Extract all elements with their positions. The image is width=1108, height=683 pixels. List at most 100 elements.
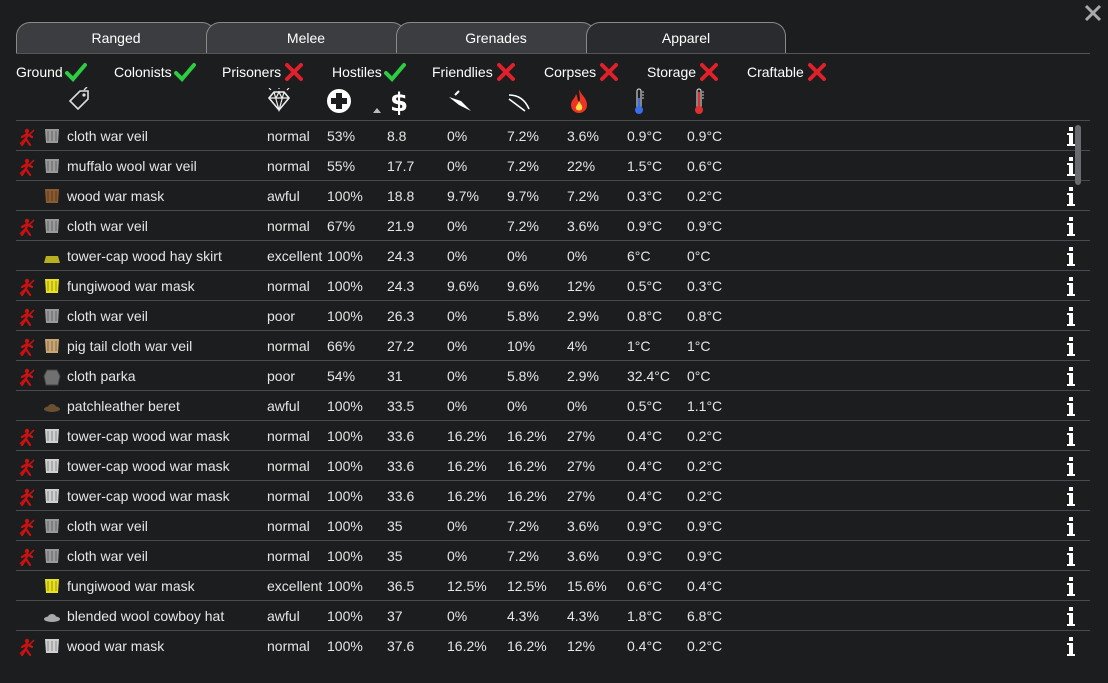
item-market-value: 36.5 — [387, 578, 415, 594]
filter-colonists[interactable]: Colonists — [114, 60, 196, 84]
forbidden-icon[interactable] — [18, 128, 36, 147]
forbidden-icon[interactable] — [18, 638, 36, 657]
item-sharp-armor: 0% — [447, 548, 468, 564]
item-sharp-armor: 0% — [447, 398, 468, 414]
cross-icon — [700, 63, 719, 81]
item-insulation-cold: 0.5°C — [627, 398, 663, 414]
item-heat-armor: 27% — [567, 458, 596, 474]
info-icon[interactable] — [1066, 186, 1076, 208]
item-insulation-cold: 0.9°C — [627, 518, 663, 534]
item-hitpoints: 100% — [327, 518, 363, 534]
table-row[interactable]: cloth war veil poor 100% 26.3 0% 5.8% 2.9% 0.8°… — [16, 300, 1090, 330]
table-row[interactable]: cloth war veil normal 67% 21.9 0% 7.2% 3.6% 0.9… — [16, 210, 1090, 240]
info-icon[interactable] — [1066, 366, 1076, 388]
table-row[interactable]: tower-cap wood war mask normal 100% 33.6 16.… — [16, 480, 1090, 510]
table-row[interactable]: cloth war veil normal 53% 8.8 0% 7.2% 3.6% 0.9°… — [16, 120, 1090, 150]
table-row[interactable]: wood war mask awful 100% 18.8 9.7% 9.7% 7.2% 0.… — [16, 180, 1090, 210]
forbidden-icon[interactable] — [18, 308, 36, 327]
info-icon[interactable] — [1066, 516, 1076, 538]
item-quality: normal — [267, 458, 310, 474]
column-header-hitpoints[interactable] — [325, 86, 353, 116]
filter-prisoners[interactable]: Prisoners — [222, 60, 305, 84]
forbidden-icon[interactable] — [18, 368, 36, 387]
close-button[interactable] — [1084, 4, 1102, 22]
info-icon[interactable] — [1066, 426, 1076, 448]
table-row[interactable]: cloth war veil normal 100% 35 0% 7.2% 3.6% 0.9°… — [16, 510, 1090, 540]
info-icon[interactable] — [1066, 216, 1076, 238]
column-header-insulation-cold[interactable] — [625, 86, 653, 116]
mask-grey-icon — [43, 488, 61, 504]
table-row[interactable]: pig tail cloth war veil normal 66% 27.2 0% 10… — [16, 330, 1090, 360]
item-heat-armor: 0% — [567, 398, 588, 414]
forbidden-icon[interactable] — [18, 158, 36, 177]
checkmark-icon — [383, 63, 406, 82]
tab-grenades[interactable]: Grenades — [396, 22, 596, 54]
tab-melee[interactable]: Melee — [206, 22, 406, 54]
table-row[interactable]: cloth war veil normal 100% 35 0% 7.2% 3.6% 0.9°… — [16, 540, 1090, 570]
close-icon — [1084, 4, 1102, 22]
column-header-market-value[interactable]: $ — [385, 86, 413, 116]
table-row[interactable]: wood war mask normal 100% 37.6 16.2% 16.2% 12%… — [16, 630, 1090, 660]
info-icon[interactable] — [1066, 486, 1076, 508]
filter-corpses[interactable]: Corpses — [544, 60, 620, 84]
item-insulation-cold: 1.8°C — [627, 608, 663, 624]
filter-storage[interactable]: Storage — [647, 60, 720, 84]
item-name: tower-cap wood war mask — [67, 458, 230, 474]
item-market-value: 17.7 — [387, 158, 415, 174]
table-row[interactable]: tower-cap wood war mask normal 100% 33.6 16.… — [16, 450, 1090, 480]
item-insulation-cold: 0.9°C — [627, 218, 663, 234]
table-row[interactable]: tower-cap wood war mask normal 100% 33.6 16.… — [16, 420, 1090, 450]
item-heat-armor: 27% — [567, 488, 596, 504]
forbidden-icon[interactable] — [18, 488, 36, 507]
column-header-heat-armor[interactable] — [565, 86, 593, 116]
column-header-quality[interactable] — [265, 86, 293, 116]
forbidden-icon[interactable] — [18, 548, 36, 567]
info-icon[interactable] — [1066, 546, 1076, 568]
item-name: fungiwood war mask — [67, 278, 195, 294]
tab-ranged[interactable]: Ranged — [16, 22, 216, 54]
tab-apparel[interactable]: Apparel — [586, 22, 786, 54]
forbidden-icon[interactable] — [18, 218, 36, 237]
table-row[interactable]: muffalo wool war veil normal 55% 17.7 0% 7.2%… — [16, 150, 1090, 180]
info-icon[interactable] — [1066, 276, 1076, 298]
info-icon[interactable] — [1066, 336, 1076, 358]
category-tabs: Ranged Melee Grenades Apparel — [16, 22, 796, 54]
info-icon[interactable] — [1066, 306, 1076, 328]
filter-hostiles[interactable]: Hostiles — [332, 60, 406, 84]
info-icon[interactable] — [1066, 246, 1076, 268]
filter-friendlies[interactable]: Friendlies — [432, 60, 517, 84]
forbidden-icon[interactable] — [18, 458, 36, 477]
info-icon[interactable] — [1066, 456, 1076, 478]
forbidden-icon[interactable] — [18, 278, 36, 297]
forbidden-icon[interactable] — [18, 428, 36, 447]
item-blunt-armor: 4.3% — [507, 608, 539, 624]
table-row[interactable]: tower-cap wood hay skirt excellent 100% 24.… — [16, 240, 1090, 270]
table-row[interactable]: fungiwood war mask excellent 100% 36.5 12.5%… — [16, 570, 1090, 600]
item-insulation-heat: 0°C — [687, 368, 711, 384]
column-header-blunt-armor[interactable] — [505, 86, 533, 116]
item-quality: poor — [267, 308, 296, 324]
column-header-tag[interactable] — [64, 86, 92, 116]
table-row[interactable]: blended wool cowboy hat awful 100% 37 0% 4.3%… — [16, 600, 1090, 630]
forbidden-icon[interactable] — [18, 518, 36, 537]
item-market-value: 31 — [387, 368, 403, 384]
forbidden-icon[interactable] — [18, 338, 36, 357]
info-icon[interactable] — [1066, 636, 1076, 658]
parka-icon — [43, 368, 61, 386]
table-row[interactable]: fungiwood war mask normal 100% 24.3 9.6% 9.6%… — [16, 270, 1090, 300]
info-icon[interactable] — [1066, 576, 1076, 598]
veil-icon — [43, 128, 61, 144]
filter-craftable[interactable]: Craftable — [747, 60, 828, 84]
item-blunt-armor: 16.2% — [507, 458, 547, 474]
item-heat-armor: 12% — [567, 638, 596, 654]
info-icon[interactable] — [1066, 606, 1076, 628]
table-row[interactable]: cloth parka poor 54% 31 0% 5.8% 2.9% 32.4°C 0°C — [16, 360, 1090, 390]
table-row[interactable]: patchleather beret awful 100% 33.5 0% 0% 0% 0.5… — [16, 390, 1090, 420]
item-name: cloth parka — [67, 368, 136, 384]
filter-ground[interactable]: Ground — [16, 60, 87, 84]
insulation-cold-thermometer-icon — [635, 88, 644, 114]
column-header-insulation-heat[interactable] — [685, 86, 713, 116]
info-icon[interactable] — [1066, 396, 1076, 418]
column-header-sharp-armor[interactable] — [445, 86, 473, 116]
scrollbar-thumb[interactable] — [1075, 125, 1081, 185]
